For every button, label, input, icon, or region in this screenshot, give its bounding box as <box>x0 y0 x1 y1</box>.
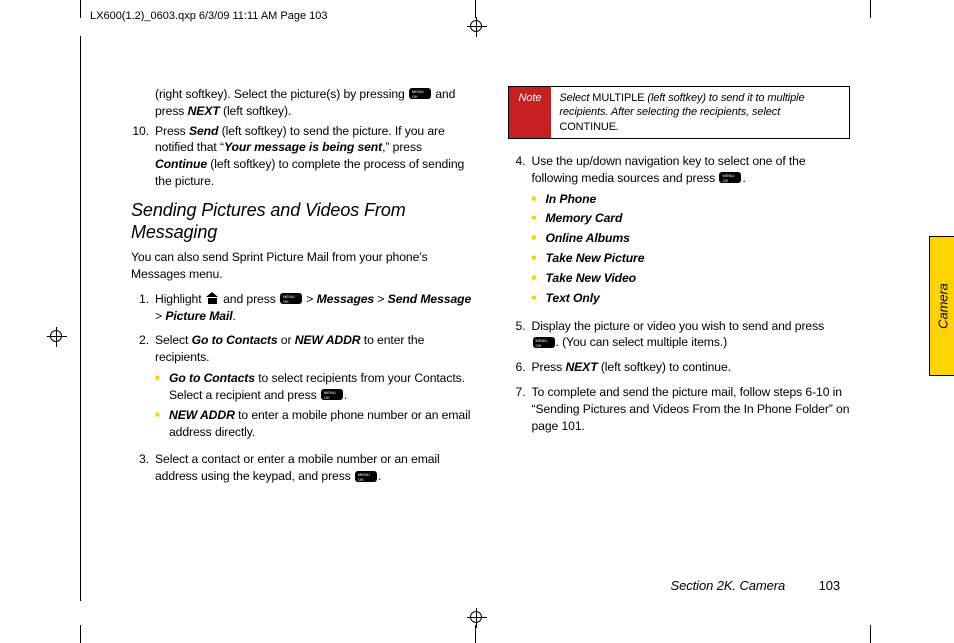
intro-text: You can also send Sprint Picture Mail fr… <box>131 249 474 283</box>
menu-ok-icon <box>280 293 302 304</box>
media-memorycard: Memory Card <box>532 210 851 227</box>
step-5: 5. Display the picture or video you wish… <box>508 318 851 352</box>
menu-ok-icon <box>409 88 431 99</box>
media-inphone: In Phone <box>532 191 851 208</box>
step-3: 3. Select a contact or enter a mobile nu… <box>131 451 474 485</box>
column-right: Note Select MULTIPLE (left softkey) to s… <box>508 86 851 561</box>
page-frame: (right softkey). Select the picture(s) b… <box>80 36 870 601</box>
footer-section: Section 2K. Camera <box>671 578 786 593</box>
step-1: 1. Highlight and press > Messages > Send… <box>131 291 474 325</box>
media-takenewpicture: Take New Picture <box>532 250 851 267</box>
step-2-sub-newaddr: NEW ADDR to enter a mobile phone number … <box>155 407 474 441</box>
section-tab-camera: Camera <box>929 236 954 376</box>
section-tab-label: Camera <box>935 283 950 329</box>
crop-marks-left <box>60 40 61 603</box>
step-4: 4. Use the up/down navigation key to sel… <box>508 153 851 310</box>
step-7: 7. To complete and send the picture mail… <box>508 384 851 434</box>
section-heading: Sending Pictures and Videos From Messagi… <box>131 200 474 243</box>
note-box: Note Select MULTIPLE (left softkey) to s… <box>508 86 851 139</box>
column-left: (right softkey). Select the picture(s) b… <box>131 86 474 561</box>
note-body: Select MULTIPLE (left softkey) to send i… <box>551 87 849 138</box>
step-6: 6. Press NEXT (left softkey) to continue… <box>508 359 851 376</box>
menu-ok-icon <box>321 389 343 400</box>
media-takenewvideo: Take New Video <box>532 270 851 287</box>
file-header: LX600(1.2)_0603.qxp 6/3/09 11:11 AM Page… <box>90 10 328 22</box>
step-2-sub-goto: Go to Contacts to select recipients from… <box>155 370 474 404</box>
menu-ok-icon <box>719 172 741 183</box>
step-10: 10. Press Send (left softkey) to send th… <box>131 123 474 190</box>
page-footer: Section 2K. Camera 103 <box>671 578 840 593</box>
step-2: 2. Select Go to Contacts or NEW ADDR to … <box>131 332 474 443</box>
media-onlinealbums: Online Albums <box>532 230 851 247</box>
home-icon <box>206 293 219 304</box>
menu-ok-icon <box>355 471 377 482</box>
menu-ok-icon <box>533 337 555 348</box>
note-label: Note <box>509 87 552 138</box>
media-textonly: Text Only <box>532 290 851 307</box>
continued-fragment: (right softkey). Select the picture(s) b… <box>155 86 474 120</box>
footer-page-number: 103 <box>819 578 840 593</box>
crop-marks-bottom <box>0 603 954 643</box>
